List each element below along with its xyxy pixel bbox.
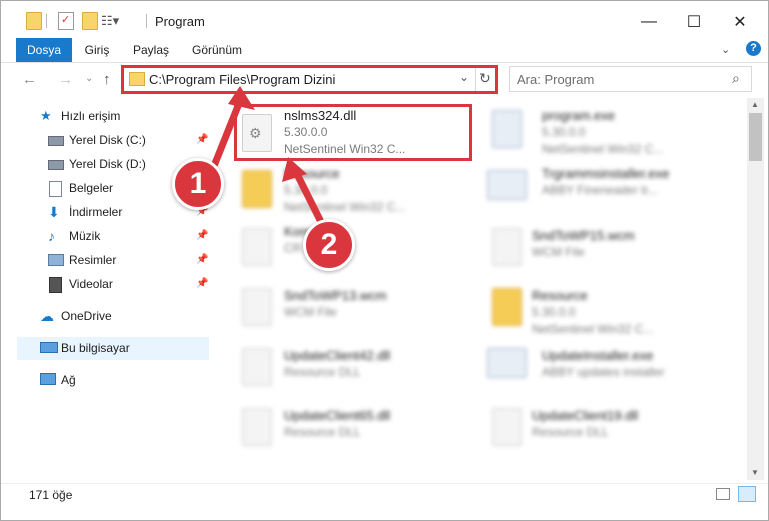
- annotation-arrows: [210, 86, 330, 236]
- arrow-2-head: [282, 157, 307, 182]
- arrow-1-head: [228, 86, 255, 110]
- step-badge-1: 1: [172, 158, 224, 210]
- arrow-1-line: [210, 97, 244, 170]
- step-badge-2: 2: [303, 219, 355, 271]
